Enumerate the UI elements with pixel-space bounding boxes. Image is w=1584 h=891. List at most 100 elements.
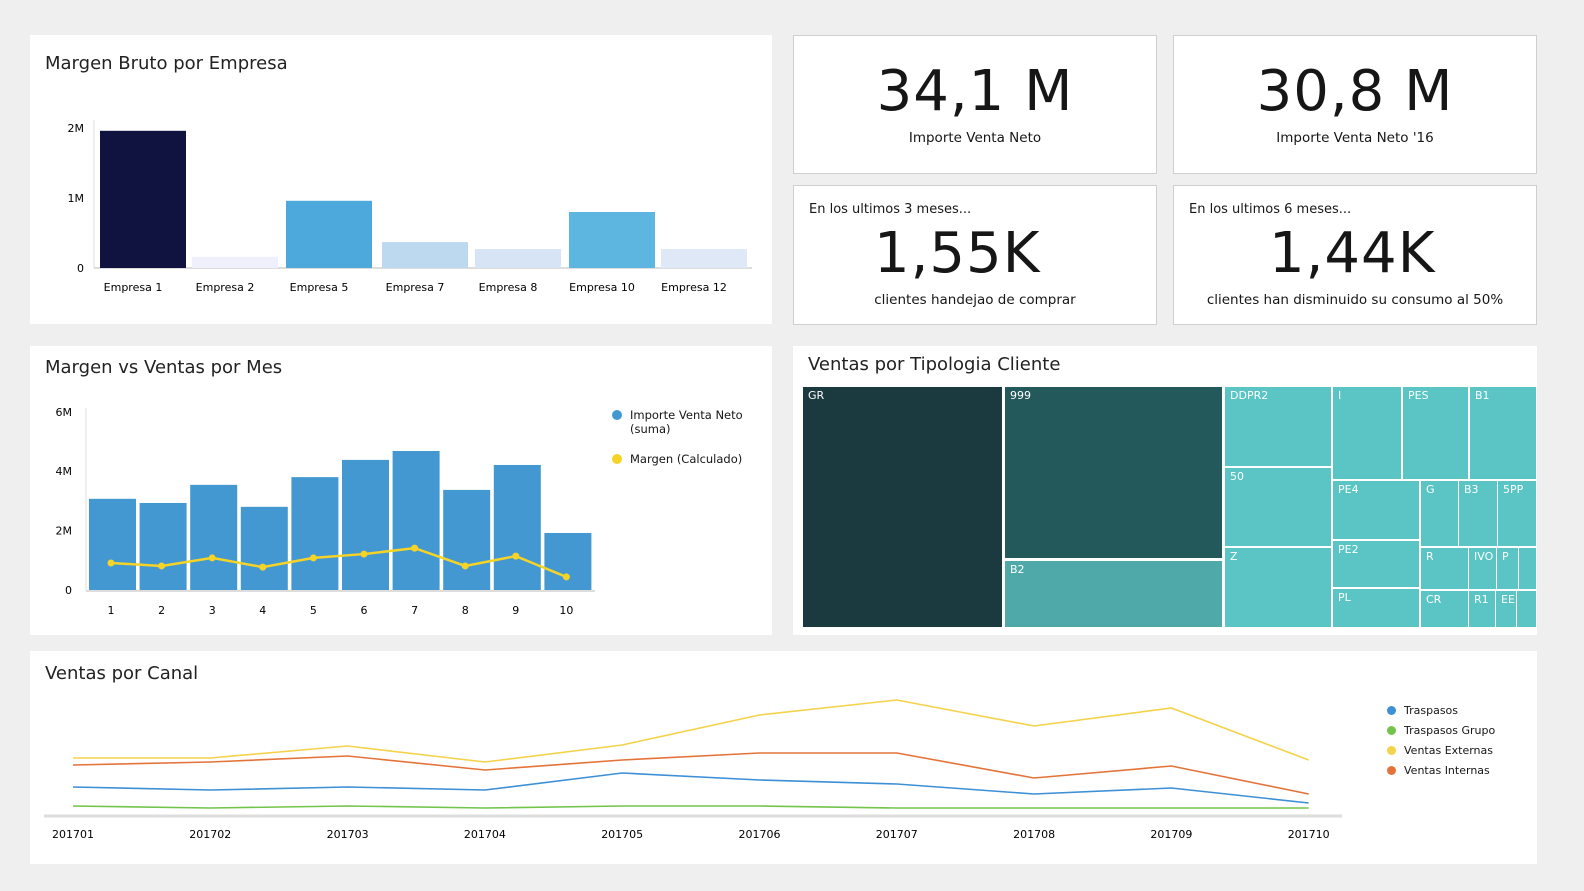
- x-tick-label: 7: [411, 604, 418, 617]
- treemap-cell[interactable]: [1518, 547, 1537, 590]
- kpi-value: 1,44K: [1269, 221, 1436, 286]
- x-tick-label: Empresa 2: [196, 281, 255, 294]
- bar: [569, 212, 655, 268]
- kpi-card-clientes-3m[interactable]: En los ultimos 3 meses... 1,55K clientes…: [793, 185, 1157, 325]
- legend-label: Ventas Externas: [1404, 744, 1494, 757]
- treemap-cell[interactable]: GR: [802, 386, 1003, 628]
- treemap-cell[interactable]: PE2: [1332, 540, 1420, 588]
- treemap-cell[interactable]: PE4: [1332, 480, 1420, 540]
- margen-point: [208, 554, 216, 562]
- bar: [190, 484, 238, 590]
- x-tick-label: 201705: [601, 828, 643, 841]
- bar: [286, 200, 372, 268]
- treemap-cell[interactable]: G: [1420, 480, 1459, 547]
- series-line: [72, 805, 1309, 809]
- kpi-card-venta-neto-16[interactable]: 30,8 M Importe Venta Neto '16: [1173, 35, 1537, 174]
- margen-point: [411, 544, 419, 552]
- bar: [392, 451, 440, 590]
- x-tick-label: 201704: [464, 828, 506, 841]
- legend-item-margen[interactable]: Margen (Calculado): [612, 452, 742, 466]
- x-tick-label: 6: [361, 604, 368, 617]
- y-tick-label: 6M: [56, 406, 73, 419]
- margen-ventas-panel: Margen vs Ventas por Mes 0 2M 4M 6M 1 2 3 4 5 6 7 8…: [30, 346, 772, 635]
- y-tick-label: 1M: [68, 192, 85, 205]
- legend-item[interactable]: Traspasos Grupo: [1387, 724, 1495, 737]
- treemap-cell[interactable]: P: [1496, 547, 1519, 590]
- x-tick-label: 201708: [1013, 828, 1055, 841]
- x-tick-label: Empresa 1: [104, 281, 163, 294]
- kpi-subtitle: En los ultimos 6 meses...: [1189, 202, 1352, 217]
- treemap-cell[interactable]: PL: [1332, 588, 1420, 628]
- x-tick-label: Empresa 12: [661, 281, 727, 294]
- bar: [493, 464, 541, 590]
- x-tick-label: Empresa 7: [386, 281, 445, 294]
- bar: [240, 506, 288, 590]
- series-line: [72, 772, 1309, 804]
- x-tick-label: 3: [209, 604, 216, 617]
- kpi-subtitle: En los ultimos 3 meses...: [809, 202, 972, 217]
- kpi-label: clientes han disminuido su consumo al 50…: [1206, 292, 1504, 308]
- bar: [139, 502, 187, 590]
- treemap-cell[interactable]: CR: [1420, 590, 1469, 628]
- legend-label: Traspasos Grupo: [1404, 724, 1496, 737]
- legend-item[interactable]: Traspasos: [1387, 704, 1458, 717]
- legend-dot-icon: [1387, 746, 1396, 755]
- panel-title: Ventas por Tipologia Cliente: [808, 354, 1061, 375]
- margen-ventas-chart: 0 2M 4M 6M 1 2 3 4 5 6 7 8 9 10: [56, 406, 595, 617]
- bar: [443, 489, 491, 590]
- x-tick-label: 4: [259, 604, 266, 617]
- treemap-cell[interactable]: 5PP: [1497, 480, 1537, 547]
- legend-dot-icon: [1387, 726, 1396, 735]
- legend-item-importe[interactable]: Importe Venta Neto (suma): [612, 408, 743, 436]
- treemap-cell[interactable]: R1: [1468, 590, 1496, 628]
- treemap-cell[interactable]: PES: [1402, 386, 1469, 480]
- treemap-cell[interactable]: 50: [1224, 467, 1332, 547]
- legend-label: Traspasos: [1404, 704, 1459, 717]
- kpi-label: Importe Venta Neto: [908, 130, 1042, 146]
- treemap-cell[interactable]: EE: [1495, 590, 1517, 628]
- kpi-card-clientes-6m[interactable]: En los ultimos 6 meses... 1,44K clientes…: [1173, 185, 1537, 325]
- x-tick-label: 2: [158, 604, 165, 617]
- treemap-cell[interactable]: B2: [1004, 560, 1223, 628]
- margen-point: [107, 559, 115, 567]
- legend-line: (suma): [630, 422, 671, 436]
- margen-point: [259, 563, 267, 571]
- treemap-cell[interactable]: R: [1420, 547, 1469, 590]
- bar: [291, 477, 339, 590]
- y-tick-label: 0: [65, 584, 72, 597]
- margen-point: [309, 554, 317, 562]
- bar: [475, 249, 561, 268]
- series-line: [73, 699, 1309, 763]
- bar: [89, 498, 136, 590]
- y-tick-label: 4M: [56, 465, 73, 478]
- x-tick-label: 9: [512, 604, 519, 617]
- treemap-cell[interactable]: I: [1332, 386, 1402, 480]
- y-tick-label: 2M: [68, 122, 85, 135]
- treemap-cell[interactable]: [1516, 590, 1537, 628]
- x-tick-label: 1: [108, 604, 115, 617]
- canal-panel: Ventas por Canal 201701 201702 201703 20170…: [30, 651, 1537, 864]
- legend-item[interactable]: Ventas Externas: [1387, 744, 1493, 757]
- margen-point: [360, 550, 368, 558]
- kpi-label: clientes handejao de comprar: [874, 292, 1076, 308]
- x-tick-label: Empresa 5: [290, 281, 349, 294]
- x-tick-label: 201703: [327, 828, 369, 841]
- treemap-cell[interactable]: DDPR2: [1224, 386, 1332, 467]
- x-tick-label: 10: [559, 604, 573, 617]
- treemap-cell[interactable]: Z: [1224, 547, 1332, 628]
- legend-dot-icon: [1387, 706, 1396, 715]
- margen-point: [512, 552, 520, 560]
- treemap-cell[interactable]: B1: [1469, 386, 1537, 480]
- kpi-value: 30,8 M: [1256, 59, 1454, 124]
- legend-label: Ventas Internas: [1404, 764, 1490, 777]
- treemap-cell[interactable]: 999: [1004, 386, 1223, 559]
- kpi-card-venta-neto[interactable]: 34,1 M Importe Venta Neto: [793, 35, 1157, 174]
- x-tick-label: 201709: [1150, 828, 1192, 841]
- legend-item[interactable]: Ventas Internas: [1387, 764, 1490, 777]
- x-tick-label: 8: [462, 604, 469, 617]
- treemap-cell[interactable]: B3: [1458, 480, 1498, 547]
- legend-dot-icon: [612, 454, 622, 464]
- legend-dot-icon: [1387, 766, 1396, 775]
- margen-empresa-chart: 0 1M 2M Empresa 1 Empresa 2 Empresa 5 Empresa …: [68, 120, 752, 294]
- treemap-cell[interactable]: IVO: [1468, 547, 1497, 590]
